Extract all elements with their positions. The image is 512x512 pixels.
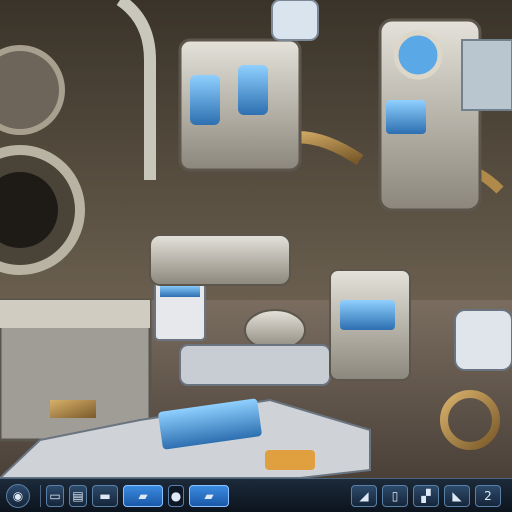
far-right-device bbox=[454, 309, 512, 371]
right-gauge bbox=[393, 30, 443, 80]
chart-icon[interactable]: ▞ bbox=[413, 484, 439, 507]
left-desk-label bbox=[50, 400, 96, 418]
central-screen-2 bbox=[238, 65, 268, 115]
chart-glyph: ▞ bbox=[421, 488, 431, 503]
steampunk-machine-room-illustration bbox=[0, 0, 512, 480]
right-console-screen bbox=[340, 300, 395, 330]
far-right-window bbox=[461, 39, 512, 111]
central-screen bbox=[190, 75, 220, 125]
app-glyph: ▰ bbox=[204, 488, 214, 503]
globe-glyph: ◉ bbox=[12, 488, 24, 503]
app-icon[interactable]: ▰ bbox=[189, 484, 229, 507]
dock-icon[interactable]: ▬ bbox=[92, 484, 118, 507]
top-left-gear bbox=[0, 45, 65, 135]
domed-device-base bbox=[179, 344, 331, 386]
number-icon[interactable]: 2 bbox=[475, 484, 501, 507]
foreground-orange-lights bbox=[265, 450, 315, 470]
dock-glyph: ▬ bbox=[99, 488, 111, 503]
file-glyph: ▯ bbox=[391, 488, 399, 503]
stack-glyph: ▤ bbox=[72, 488, 84, 503]
circle-glyph: ● bbox=[170, 488, 182, 503]
top-lamp bbox=[271, 0, 319, 41]
right-panel bbox=[386, 100, 426, 134]
file-icon[interactable]: ▯ bbox=[382, 484, 408, 507]
window-glyph: ▭ bbox=[49, 488, 61, 503]
left-desk-top bbox=[0, 300, 150, 328]
arrow-icon[interactable]: ◢ bbox=[351, 484, 377, 507]
window-icon[interactable]: ▭ bbox=[46, 484, 64, 507]
circle-icon[interactable]: ● bbox=[168, 484, 184, 507]
number-glyph: 2 bbox=[484, 488, 492, 503]
active-app-glyph: ▰ bbox=[138, 488, 148, 503]
middle-cabinet-screen bbox=[160, 285, 200, 297]
arrow-glyph: ◢ bbox=[359, 488, 369, 503]
active-app-icon[interactable]: ▰ bbox=[123, 484, 163, 507]
center-console bbox=[149, 234, 291, 286]
taskbar: ◉ ▭ ▤ ▬ ▰ ● ▰ ◢ ▯ ▞ ◣ 2 bbox=[0, 478, 512, 512]
stack-icon[interactable]: ▤ bbox=[69, 484, 87, 507]
taskbar-separator bbox=[40, 484, 41, 507]
globe-icon[interactable]: ◉ bbox=[6, 483, 30, 508]
tray-glyph: ◣ bbox=[452, 488, 462, 503]
tray-icon[interactable]: ◣ bbox=[444, 484, 470, 507]
